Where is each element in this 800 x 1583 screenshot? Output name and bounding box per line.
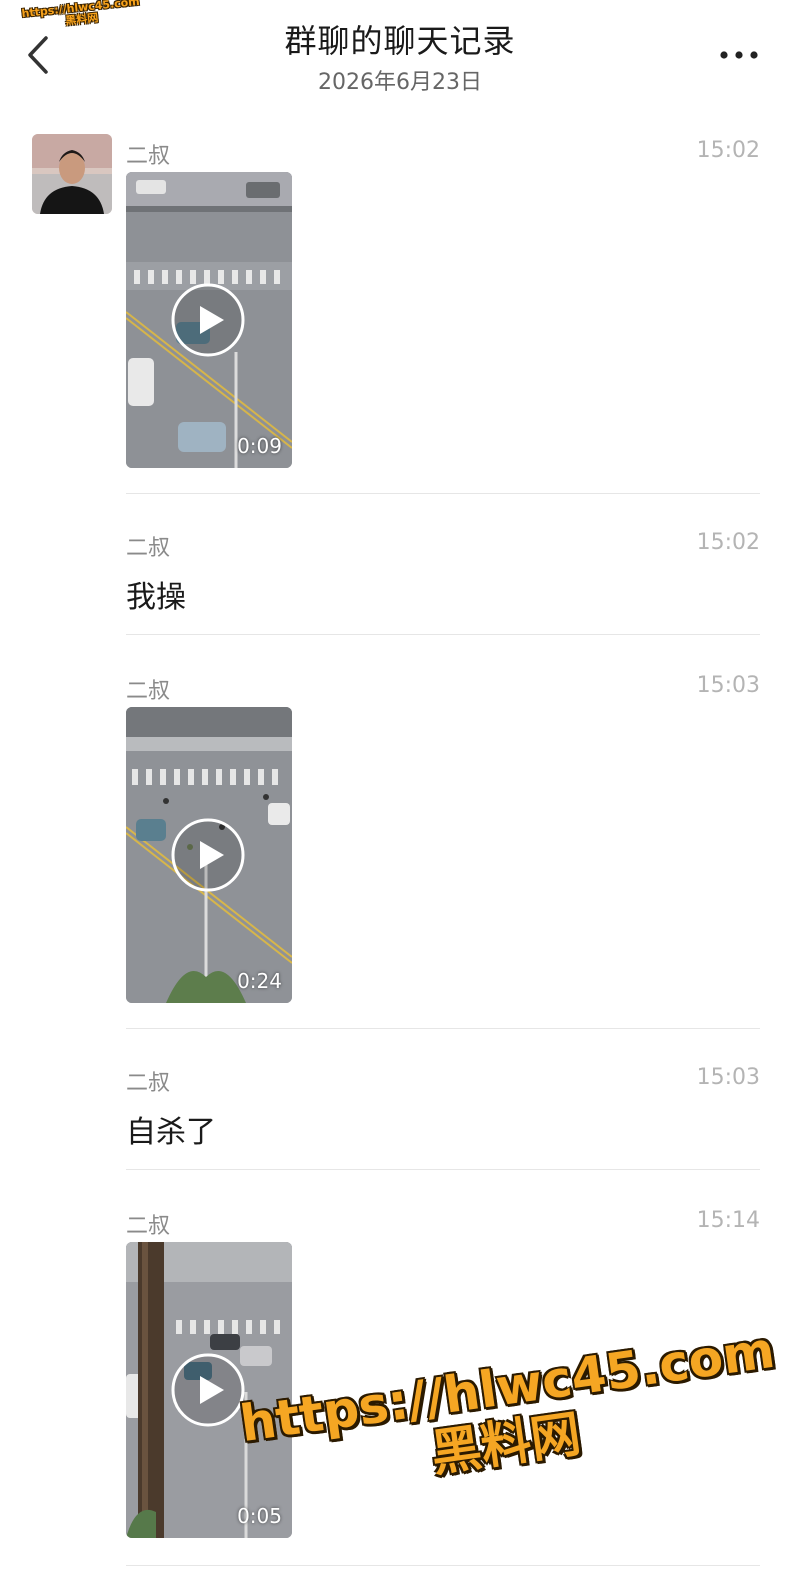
- message-time: 15:14: [696, 1208, 760, 1233]
- chat-message: 二叔 15:02 0:09: [126, 138, 760, 478]
- message-text[interactable]: 自杀了: [126, 1107, 216, 1151]
- video-duration: 0:24: [237, 969, 282, 993]
- sender-name: 二叔: [126, 1214, 171, 1239]
- message-time: 15:03: [696, 673, 760, 698]
- page-title: 群聊的聊天记录: [284, 22, 516, 60]
- sender-avatar[interactable]: [32, 134, 112, 214]
- avatar-photo: [32, 134, 112, 214]
- message-divider: [126, 493, 760, 494]
- more-button[interactable]: [718, 40, 760, 70]
- sender-name: 二叔: [126, 144, 171, 169]
- message-divider: [126, 1565, 760, 1566]
- video-duration: 0:05: [237, 1504, 282, 1528]
- chat-message: 二叔 15:02 我操: [126, 530, 760, 620]
- message-divider: [126, 634, 760, 635]
- chat-message: 二叔 15:03 自杀了: [126, 1065, 760, 1155]
- message-divider: [126, 1028, 760, 1029]
- sender-name: 二叔: [126, 679, 171, 704]
- video-duration: 0:09: [237, 434, 282, 458]
- play-icon[interactable]: [170, 817, 246, 893]
- more-dots-icon: [720, 51, 758, 59]
- page-date: 2026年6月23日: [318, 70, 482, 95]
- video-thumbnail[interactable]: 0:09: [126, 172, 292, 468]
- video-thumbnail[interactable]: 0:24: [126, 707, 292, 1003]
- message-time: 15:03: [696, 1065, 760, 1090]
- play-icon[interactable]: [170, 282, 246, 358]
- sender-name: 二叔: [126, 1071, 171, 1096]
- chat-message: 二叔 15:03 0:24: [126, 673, 760, 1013]
- message-divider: [126, 1169, 760, 1170]
- message-time: 15:02: [696, 530, 760, 555]
- message-time: 15:02: [696, 138, 760, 163]
- sender-name: 二叔: [126, 536, 171, 561]
- message-text[interactable]: 我操: [126, 572, 186, 616]
- play-icon[interactable]: [170, 1352, 246, 1428]
